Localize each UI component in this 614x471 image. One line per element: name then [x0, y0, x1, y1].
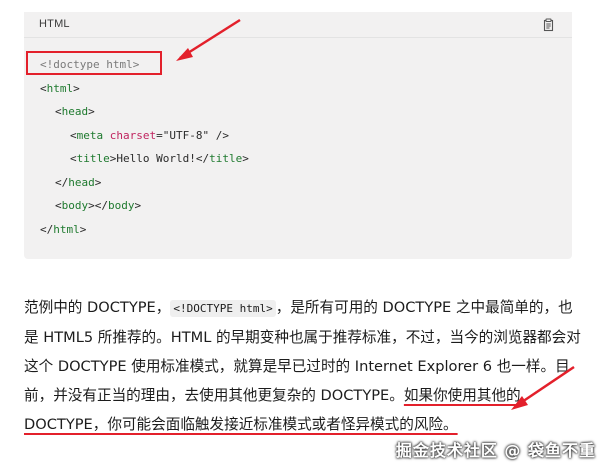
- code-line-body: <body></body>: [55, 199, 142, 212]
- code-line-head-close: </head>: [55, 175, 102, 189]
- code-block: HTML <!doctype html> <html> <head> <meta ch…: [24, 12, 572, 259]
- inline-code-doctype: <!DOCTYPE html>: [170, 300, 276, 317]
- code-line-html-close: </html>: [40, 222, 87, 236]
- code-line-title: <title>Hello World!</title>: [70, 152, 249, 165]
- code-content: <!doctype html> <html> <head> <meta charset…: [40, 53, 249, 241]
- code-line-meta: <meta charset="UTF-8" />: [70, 128, 229, 142]
- watermark: 掘金技术社区 @ 袋鱼不重: [395, 441, 596, 460]
- code-language-label: HTML: [39, 18, 70, 30]
- explanation-paragraph: 范例中的 DOCTYPE， <!DOCTYPE html> ，是所有可用的 DOCT…: [24, 299, 581, 433]
- code-line-head-open: <head>: [55, 105, 95, 118]
- copy-icon[interactable]: [540, 17, 556, 33]
- code-line-doctype: <!doctype html>: [40, 58, 140, 71]
- code-line-html-open: <html>: [40, 81, 80, 95]
- code-block-header: HTML: [24, 12, 572, 38]
